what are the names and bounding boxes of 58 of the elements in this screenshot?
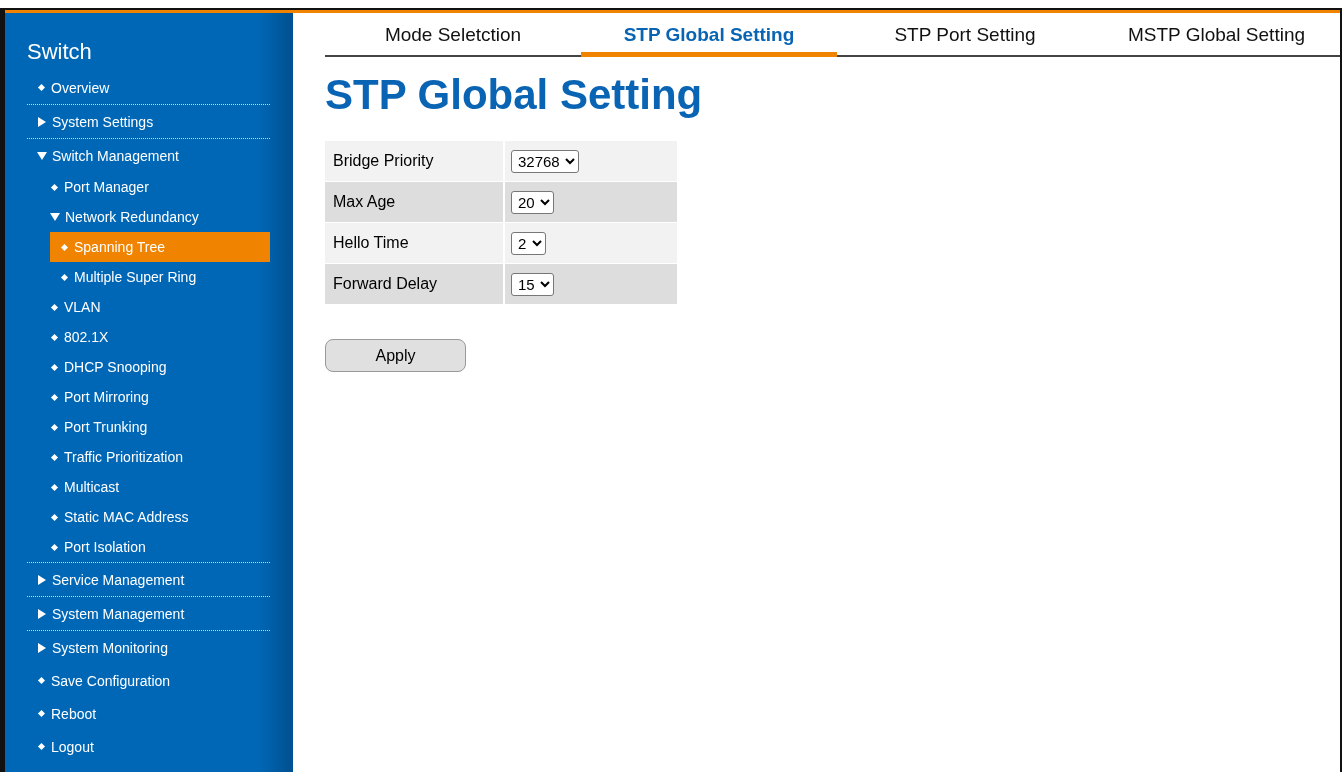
triangle-down-icon: [37, 150, 47, 161]
sidebar-group[interactable]: Service Management: [27, 563, 270, 596]
bullet-icon: [50, 183, 59, 191]
bullet-icon: [37, 742, 46, 751]
sidebar-item[interactable]: 802.1X: [27, 322, 270, 352]
bullet-icon: [60, 243, 69, 251]
setting-label: Hello Time: [325, 223, 505, 264]
bullet-icon: [50, 543, 59, 551]
sidebar-group[interactable]: Switch Management: [27, 139, 270, 172]
select-dropdown[interactable]: 15: [511, 272, 554, 296]
apply-button[interactable]: Apply: [325, 339, 466, 372]
triangle-right-icon: [37, 642, 47, 653]
sidebar-item[interactable]: Logout: [27, 730, 270, 763]
bullet-icon: [50, 393, 59, 401]
sidebar-item[interactable]: Multiple Super Ring: [50, 262, 270, 292]
bullet-icon: [50, 483, 59, 491]
page-heading: STP Global Setting: [325, 71, 704, 119]
triangle-right-icon: [37, 608, 47, 619]
sidebar-item[interactable]: Port Trunking: [27, 412, 270, 442]
triangle-down-icon: [50, 212, 60, 222]
bullet-icon: [50, 513, 59, 521]
sidebar-item[interactable]: Port Manager: [27, 172, 270, 202]
sidebar-item[interactable]: Reboot: [27, 697, 270, 730]
sidebar-group[interactable]: System Management: [27, 597, 270, 630]
sidebar-item[interactable]: VLAN: [27, 292, 270, 322]
bullet-icon: [50, 423, 59, 431]
sidebar-item[interactable]: DHCP Snooping: [27, 352, 270, 382]
bullet-icon: [37, 709, 46, 718]
tab[interactable]: STP Port Setting: [837, 16, 1093, 57]
bullet-icon: [37, 83, 46, 92]
bullet-icon: [50, 333, 59, 341]
sidebar-item[interactable]: Port Mirroring: [27, 382, 270, 412]
bullet-icon: [50, 363, 59, 371]
sidebar-item[interactable]: Traffic Prioritization: [27, 442, 270, 472]
sidebar-title: Switch: [27, 39, 93, 65]
select-dropdown[interactable]: 20: [511, 190, 554, 214]
setting-label: Max Age: [325, 182, 505, 223]
triangle-right-icon: [37, 116, 47, 127]
bullet-icon: [60, 273, 69, 281]
bullet-icon: [50, 303, 59, 311]
sidebar-item[interactable]: Port Isolation: [27, 532, 270, 562]
sidebar-item[interactable]: Overview: [27, 71, 270, 104]
tab[interactable]: Mode Seletction: [325, 16, 581, 57]
setting-label: Forward Delay: [325, 264, 505, 305]
setting-label: Bridge Priority: [325, 141, 505, 182]
sidebar-item[interactable]: Static MAC Address: [27, 502, 270, 532]
bullet-icon: [37, 676, 46, 685]
tab[interactable]: STP Global Setting: [581, 16, 837, 57]
sidebar-group[interactable]: System Monitoring: [27, 631, 270, 664]
sidebar-item[interactable]: Multicast: [27, 472, 270, 502]
select-dropdown[interactable]: 2: [511, 231, 546, 255]
sidebar-group[interactable]: Network Redundancy: [27, 202, 270, 232]
select-dropdown[interactable]: 32768: [511, 149, 579, 173]
bullet-icon: [50, 453, 59, 461]
sidebar-group[interactable]: System Settings: [27, 105, 270, 138]
triangle-right-icon: [37, 574, 47, 585]
tab[interactable]: MSTP Global Setting: [1093, 16, 1340, 57]
sidebar-item[interactable]: Save Configuration: [27, 664, 270, 697]
